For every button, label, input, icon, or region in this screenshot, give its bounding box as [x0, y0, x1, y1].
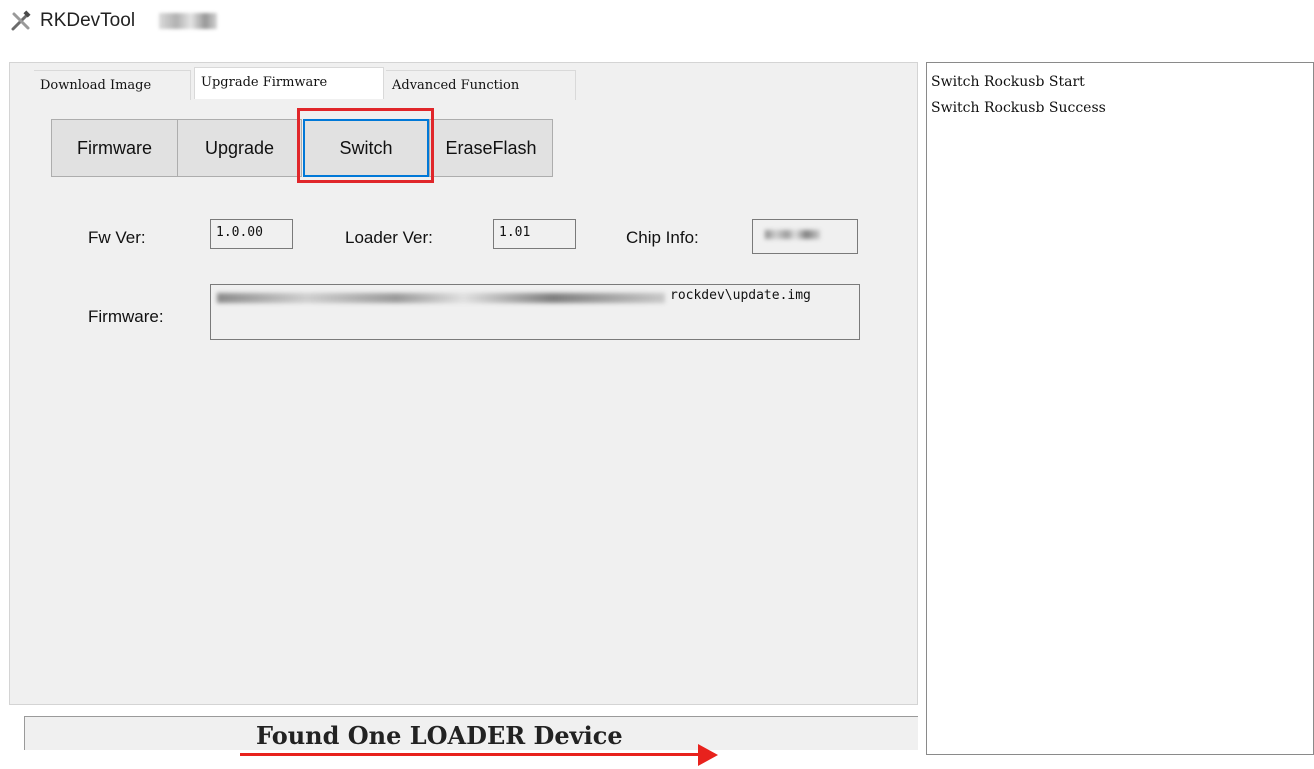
loader-ver-label: Loader Ver:: [345, 228, 433, 247]
firmware-path-field: rockdev\update.img: [210, 284, 860, 340]
chip-info-label: Chip Info:: [626, 228, 699, 247]
chip-info-redacted: [765, 230, 820, 239]
tools-icon: [11, 10, 31, 31]
tab-download-image[interactable]: Download Image: [34, 70, 191, 100]
firmware-path-redacted: [217, 293, 665, 303]
fw-ver-label: Fw Ver:: [88, 228, 146, 247]
arrow-annotation-line: [240, 753, 700, 756]
firmware-button[interactable]: Firmware: [51, 119, 178, 177]
tab-advanced-function[interactable]: Advanced Function: [386, 70, 576, 100]
status-text: Found One LOADER Device: [256, 721, 623, 750]
chip-info-field: [752, 219, 858, 254]
window-title: RKDevTool: [40, 10, 136, 31]
fw-ver-field: 1.0.00: [210, 219, 293, 249]
title-bar: RKDevTool: [0, 0, 1314, 40]
arrow-annotation-head: [698, 744, 718, 766]
tab-upgrade-firmware[interactable]: Upgrade Firmware: [194, 67, 384, 99]
switch-highlight-annotation: [297, 108, 434, 183]
title-redacted: [159, 13, 217, 29]
log-panel[interactable]: Switch Rockusb Start Switch Rockusb Succ…: [926, 62, 1314, 755]
firmware-path-text: rockdev\update.img: [670, 288, 811, 303]
upgrade-button[interactable]: Upgrade: [177, 119, 302, 177]
firmware-label: Firmware:: [88, 307, 164, 326]
log-line: Switch Rockusb Start: [931, 74, 1085, 90]
log-line: Switch Rockusb Success: [931, 100, 1106, 116]
erase-flash-button[interactable]: EraseFlash: [429, 119, 553, 177]
loader-ver-field: 1.01: [493, 219, 576, 249]
